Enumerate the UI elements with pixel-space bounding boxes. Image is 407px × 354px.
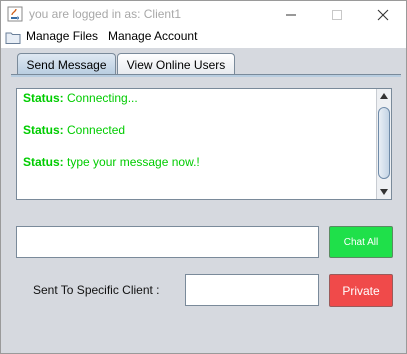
menu-bar: Manage Files Manage Account (1, 28, 406, 48)
tab-view-online-users[interactable]: View Online Users (117, 53, 235, 75)
log-line: Status: Connected (23, 123, 125, 137)
minimize-icon (286, 14, 296, 15)
java-cup-icon (7, 6, 23, 22)
log-scrollbar[interactable] (376, 89, 391, 199)
log-prefix: Status: (23, 91, 64, 105)
client-name-input[interactable] (185, 274, 319, 306)
log-line: Status: type your message now.! (23, 155, 200, 169)
log-text: Connected (63, 123, 126, 137)
message-input[interactable] (16, 226, 319, 258)
folder-icon (5, 30, 21, 44)
status-log[interactable]: Status: Connecting... Status: Connected … (16, 88, 392, 200)
log-prefix: Status: (23, 155, 64, 169)
tab-send-message[interactable]: Send Message (17, 53, 116, 75)
minimize-button[interactable] (268, 1, 314, 28)
app-window: you are logged in as: Client1 Manage Fil… (0, 0, 407, 354)
log-text: type your message now.! (63, 155, 200, 169)
menu-manage-files[interactable]: Manage Files (26, 29, 98, 43)
specific-client-label: Sent To Specific Client : (33, 283, 160, 297)
title-bar[interactable]: you are logged in as: Client1 (1, 1, 406, 28)
tab-divider (11, 74, 401, 77)
menu-manage-account[interactable]: Manage Account (108, 29, 197, 43)
log-text: Connecting... (63, 91, 138, 105)
scrollbar-thumb[interactable] (378, 107, 390, 179)
log-prefix: Status: (23, 123, 64, 137)
log-line: Status: Connecting... (23, 91, 138, 105)
scroll-up-arrow-icon[interactable] (377, 89, 391, 103)
close-button[interactable] (360, 1, 406, 28)
maximize-icon (332, 9, 342, 20)
chat-all-button[interactable]: Chat All (329, 226, 393, 258)
scroll-down-arrow-icon[interactable] (377, 185, 391, 199)
maximize-button[interactable] (314, 1, 360, 28)
private-button[interactable]: Private (329, 274, 393, 307)
close-icon (377, 9, 389, 20)
window-title: you are logged in as: Client1 (29, 7, 182, 21)
